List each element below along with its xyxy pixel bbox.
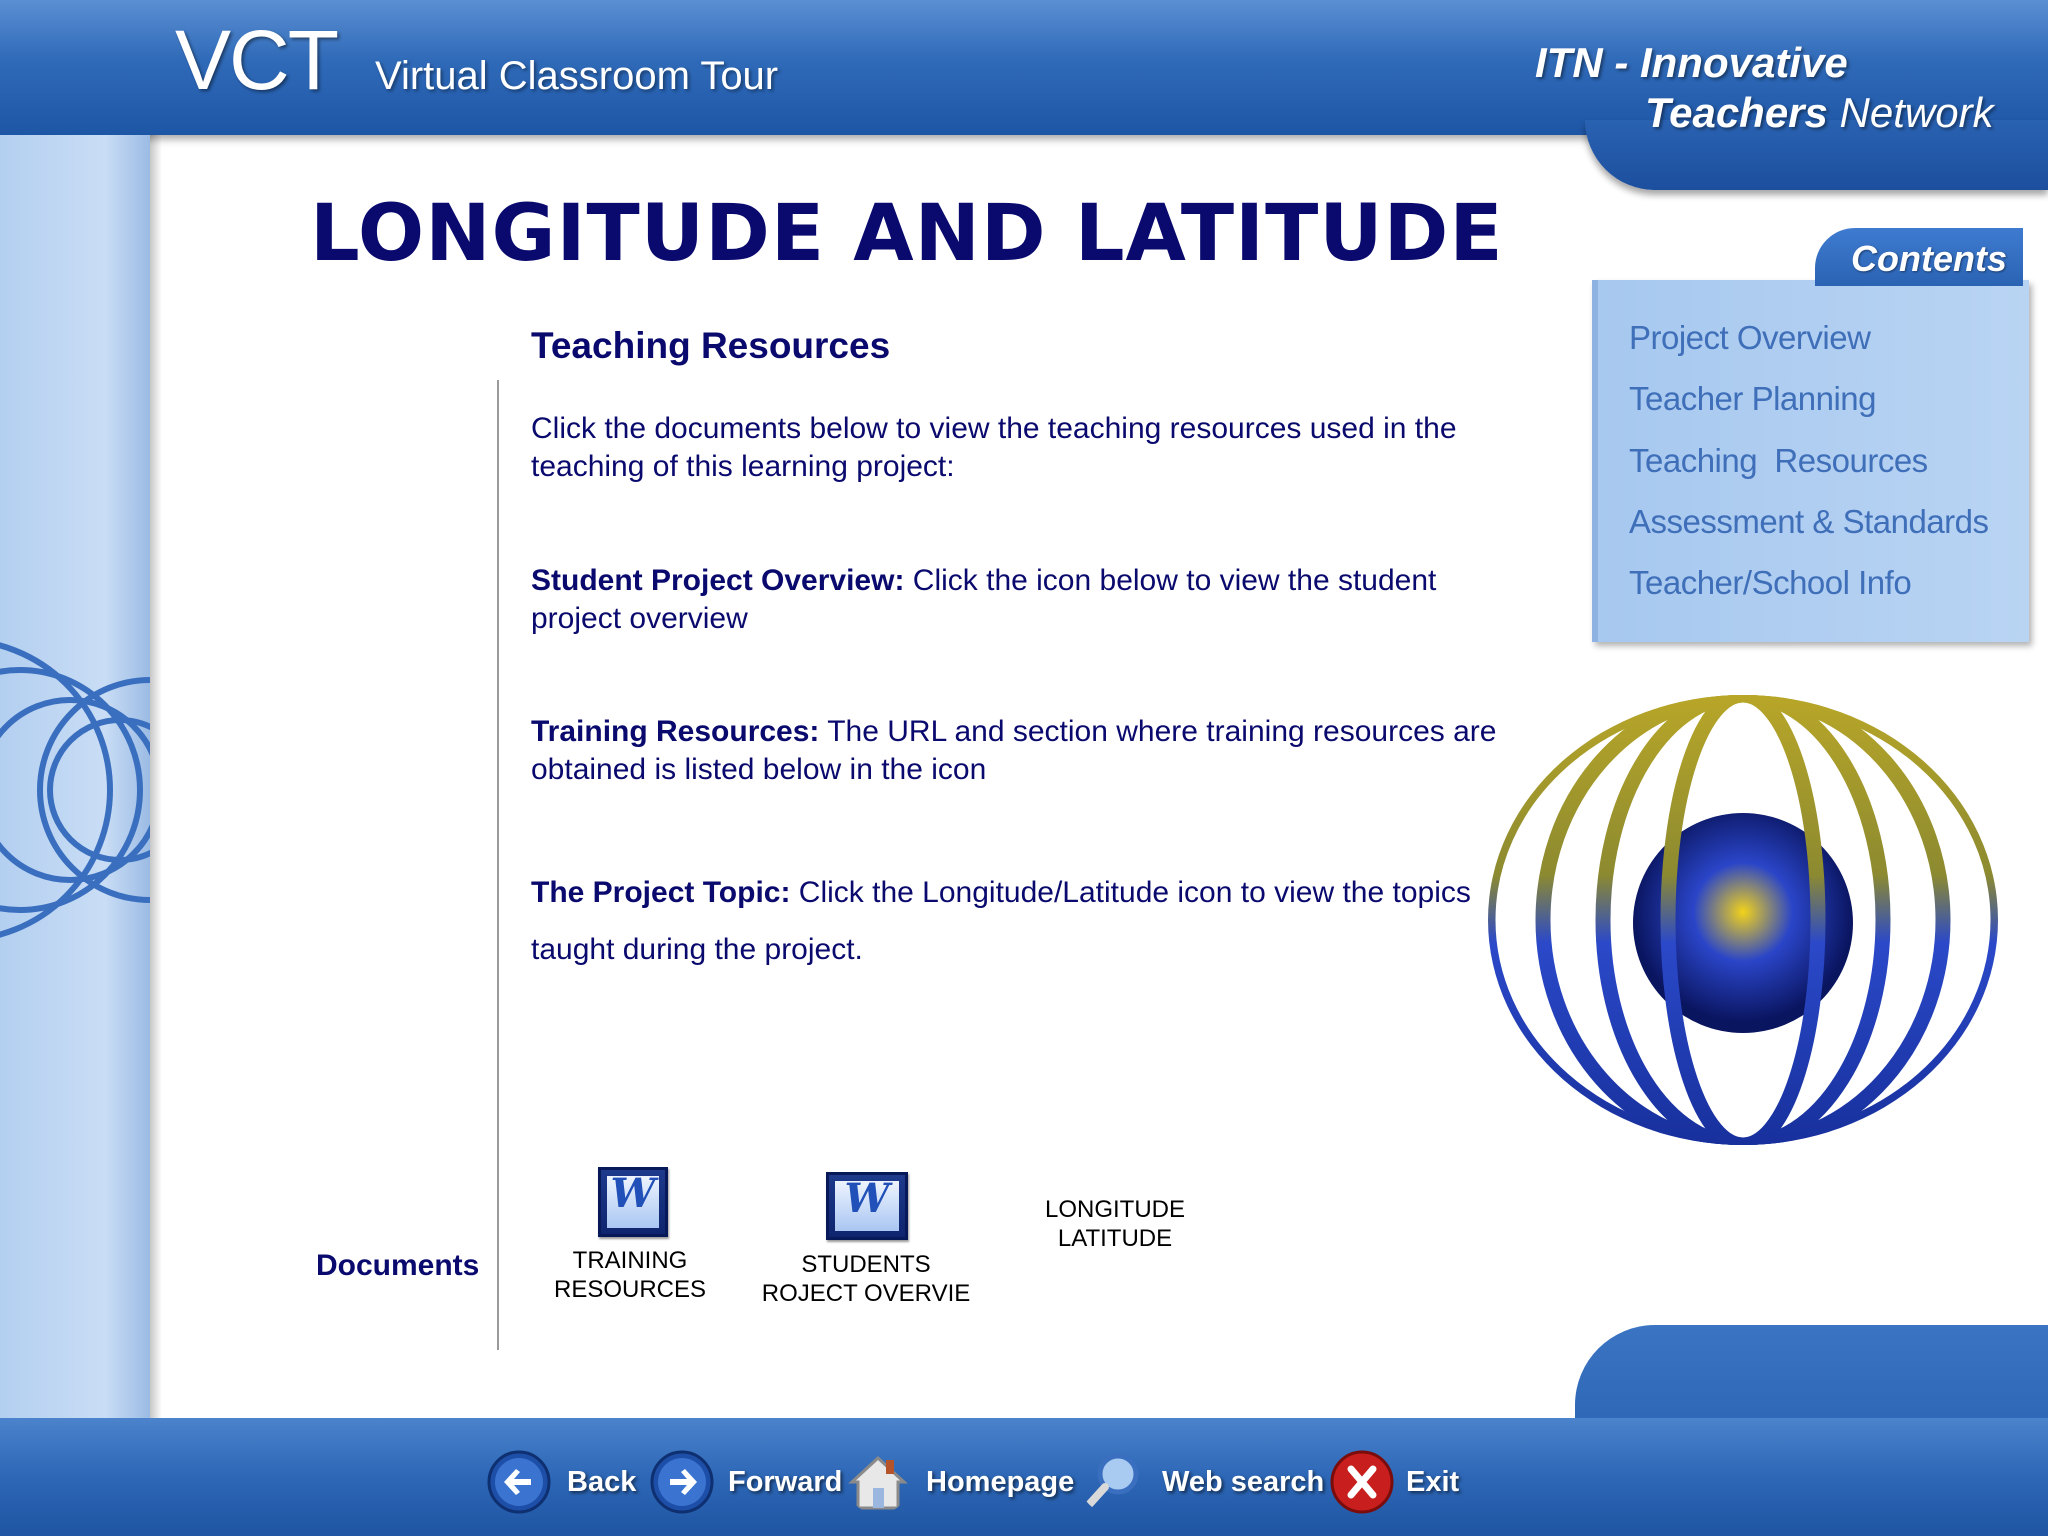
decorative-arcs [0, 642, 150, 938]
vertical-divider [497, 380, 499, 1350]
project-topic-text: The Project Topic: Click the Longitude/L… [531, 864, 1511, 978]
doc-label-line2: LATITUDE [1057, 1225, 1173, 1252]
itn-title-rest: Network [1827, 89, 1994, 136]
itn-title-line1: ITN - Innovative [1535, 39, 1848, 86]
contents-link-teaching-resources[interactable]: Teaching Resources [1629, 444, 1928, 477]
back-label: Back [567, 1466, 637, 1498]
section-heading: Teaching Resources [531, 325, 891, 366]
word-doc-icon[interactable]: W [826, 1172, 908, 1240]
web-search-button[interactable]: Web search [1080, 1450, 1324, 1514]
forward-arrow-icon [650, 1450, 714, 1514]
contents-link-project-overview[interactable]: Project Overview [1629, 321, 1871, 354]
contents-link-teacher-school-info[interactable]: Teacher/School Info [1629, 566, 1912, 599]
globe-illustration [1488, 695, 1998, 1145]
doc-training-resources[interactable]: TRAINING RESOURCES [545, 1246, 715, 1304]
doc-label-line2: RESOURCES [553, 1276, 707, 1303]
back-button[interactable]: Back [487, 1450, 637, 1514]
student-overview-label: Student Project Overview: [531, 564, 905, 597]
exit-icon [1330, 1450, 1394, 1514]
itn-title-line2: Teachers Network [1645, 92, 1994, 134]
intro-text: Click the documents below to view the te… [531, 412, 1457, 483]
back-arrow-icon [487, 1450, 551, 1514]
word-doc-icon[interactable]: W [598, 1167, 668, 1237]
homepage-button[interactable]: Homepage [846, 1450, 1075, 1514]
doc-longitude-latitude[interactable]: LONGITUDE LATITUDE [1010, 1195, 1220, 1253]
contents-link-teacher-planning[interactable]: Teacher Planning [1629, 382, 1877, 415]
exit-label: Exit [1406, 1466, 1460, 1498]
vct-subtitle: Virtual Classroom Tour [375, 54, 779, 98]
home-icon [848, 1455, 908, 1510]
project-topic-label: The Project Topic: [531, 876, 791, 909]
homepage-label: Homepage [926, 1466, 1075, 1498]
doc-label-line1: LONGITUDE [1044, 1196, 1185, 1223]
bottom-tab [1575, 1325, 2048, 1425]
contents-link-assessment-standards[interactable]: Assessment & Standards [1629, 505, 1989, 538]
magnifier-icon [1082, 1453, 1139, 1512]
training-resources-label: Training Resources: [531, 715, 820, 748]
left-strip-shadow [150, 135, 162, 1420]
web-search-label: Web search [1162, 1466, 1325, 1498]
contents-title: Contents [1851, 238, 2007, 279]
exit-button[interactable]: Exit [1330, 1450, 1470, 1514]
forward-button[interactable]: Forward [650, 1450, 843, 1514]
doc-students-project-overview[interactable]: STUDENTS ROJECT OVERVIE [742, 1250, 990, 1308]
documents-label: Documents [316, 1249, 480, 1282]
forward-label: Forward [728, 1466, 843, 1498]
training-resources-text: Training Resources: The URL and section … [531, 713, 1511, 789]
itn-title-bold: Teachers [1645, 89, 1828, 136]
doc-label-line1: TRAINING [572, 1247, 688, 1274]
doc-label-line1: STUDENTS [801, 1251, 931, 1278]
vct-logo: VCT [175, 13, 339, 107]
doc-label-line2: ROJECT OVERVIE [761, 1280, 971, 1307]
page-title: LONGITUDE AND LATITUDE [310, 189, 1504, 279]
student-overview-text: Student Project Overview: Click the icon… [531, 562, 1511, 638]
